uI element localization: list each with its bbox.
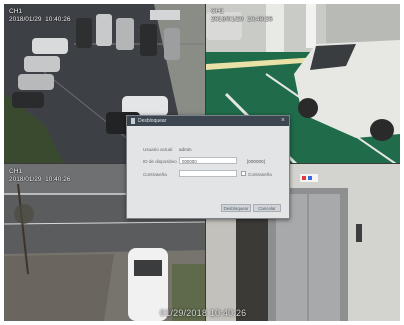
system-clock: 01/29/2018 10:40:26 [160,308,247,318]
current-user-label: Usuario actual [143,147,173,152]
dialog-body: Usuario actual admin ID de dispositivo 0… [127,126,289,218]
password-field[interactable] [179,170,237,177]
current-user-value: admin [179,147,192,152]
device-id-field[interactable]: 000000 [179,157,237,164]
camera-3-label: CH1 2018/01/29 10:40:26 [9,168,71,183]
dialog-title: Desbloquear [138,118,167,124]
unlock-dialog: Desbloquear × Usuario actual admin ID de… [126,115,290,219]
password-label: Contraseña [143,172,167,177]
show-password-checkbox[interactable] [241,171,246,176]
device-id-label: ID de dispositivo [143,159,177,164]
device-id-hint: [000000] [247,159,265,164]
dialog-title-bar[interactable]: Desbloquear × [127,116,289,126]
close-icon[interactable]: × [281,116,285,126]
lock-icon [131,118,135,124]
cancel-button[interactable]: Cancelar [253,204,281,212]
show-password-label: Contraseña [248,172,272,177]
camera-2-label: CH1 2018/01/29 10:40:26 [211,8,273,23]
unlock-button[interactable]: Desbloquear [221,204,251,212]
camera-1-label: CH1 2018/01/29 10:40:26 [9,8,71,23]
